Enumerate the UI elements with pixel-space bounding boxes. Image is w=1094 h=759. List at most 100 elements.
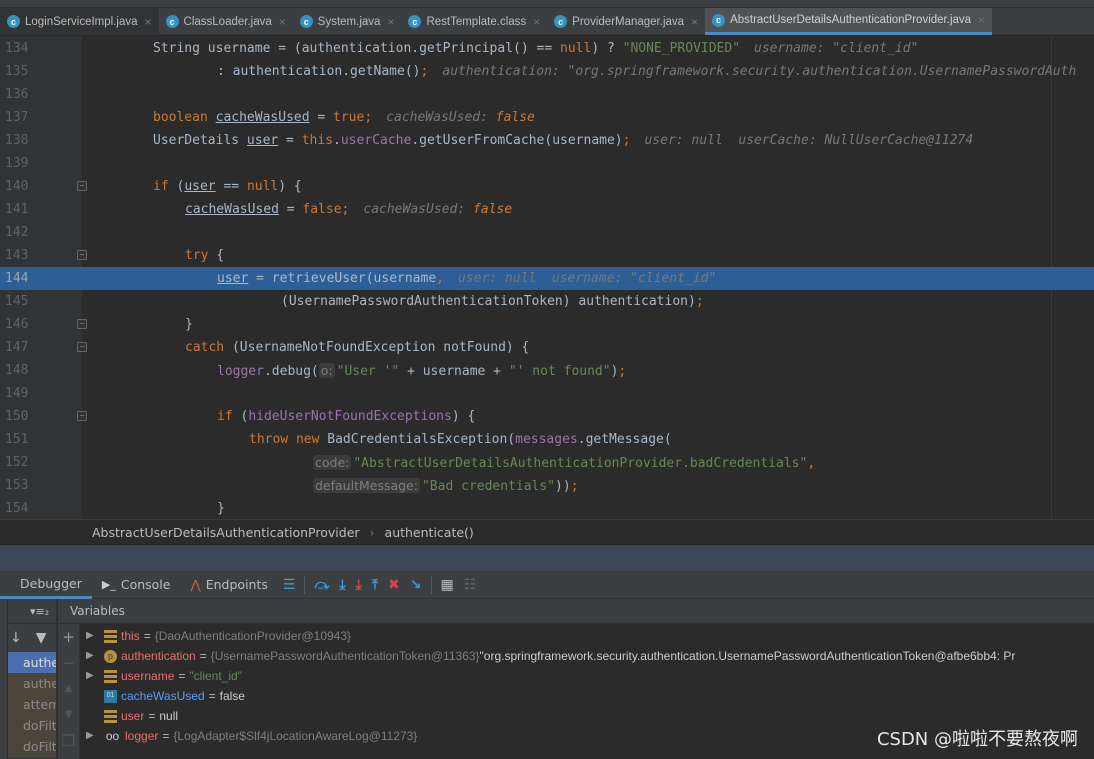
code-line[interactable]: 153 defaultMessage: "Bad credentials")); [0, 474, 1094, 497]
expand-arrow-icon[interactable]: ▶ [86, 666, 100, 686]
code-line[interactable]: 134 String username = (authentication.get… [0, 37, 1094, 60]
variable-value: {UsernamePasswordAuthenticationToken@113… [210, 649, 480, 663]
string-literal: "' not found" [508, 364, 611, 379]
variable-row[interactable]: ▶ username = "client_id" [86, 666, 242, 686]
code-token: BadCredentialsException( [327, 432, 516, 447]
code-line[interactable]: 145 (UsernamePasswordAuthenticationToken)… [0, 290, 1094, 313]
tab-providermanager-java[interactable]: c ProviderManager.java × [547, 8, 705, 35]
code-token: String username = (authentication.getPri… [153, 41, 560, 56]
code-line[interactable]: 142 [0, 221, 1094, 244]
code-line[interactable]: 140 − if (user == null) { [0, 175, 1094, 198]
tab-endpoints[interactable]: ⋀ Endpoints [180, 571, 277, 599]
run-to-cursor-icon[interactable]: ↘ [410, 577, 422, 593]
code-line[interactable]: 149 [0, 382, 1094, 405]
stack-frame[interactable]: authe [0, 652, 56, 673]
variable-row[interactable]: user = null [86, 706, 178, 726]
code-line[interactable]: 147 − catch (UsernameNotFoundException not… [0, 336, 1094, 359]
title-strip [0, 0, 1094, 8]
inline-debug-value: user: null username: "client_id" [457, 271, 717, 286]
code-line[interactable]: 138 UserDetails user = this.userCache.get… [0, 129, 1094, 152]
step-out-icon[interactable]: ⤒ [372, 577, 378, 593]
variable-row[interactable]: ▶ this = {DaoAuthenticationProvider@10943} [86, 626, 351, 646]
tab-resttemplate-class[interactable]: c RestTemplate.class × [401, 8, 547, 35]
code-line[interactable]: 146 −} [0, 313, 1094, 336]
force-step-into-icon[interactable]: ⤓ [356, 577, 362, 593]
close-icon[interactable]: × [279, 15, 286, 29]
fold-marker-icon[interactable]: − [77, 342, 87, 352]
remove-watch-icon[interactable]: − [58, 650, 79, 676]
close-icon[interactable]: × [978, 13, 985, 27]
evaluate-expression-icon[interactable]: ▦ [441, 577, 454, 593]
code-line[interactable]: 139 [0, 152, 1094, 175]
fold-marker-icon[interactable]: − [77, 411, 87, 421]
breadcrumb-class[interactable]: AbstractUserDetailsAuthenticationProvide… [92, 525, 360, 540]
tab-debugger[interactable]: Debugger [0, 570, 92, 599]
close-icon[interactable]: × [145, 15, 152, 29]
field-token: hideUserNotFoundExceptions [248, 409, 452, 424]
tab-console[interactable]: ▶_ Console [92, 571, 181, 599]
tab-system-java[interactable]: c System.java × [293, 8, 402, 35]
trace-icon[interactable]: ☷ [464, 577, 477, 593]
close-icon[interactable]: × [387, 15, 394, 29]
fold-marker-icon[interactable]: − [77, 319, 87, 329]
fold-marker-icon[interactable]: − [77, 181, 87, 191]
show-execution-point-icon[interactable]: ☰ [283, 577, 296, 593]
code-line[interactable]: 136 [0, 83, 1094, 106]
line-number: 140 [5, 179, 29, 194]
code-line[interactable]: 148 logger.debug(o: "User '" + username + … [0, 359, 1094, 382]
stack-frame[interactable]: doFilt [0, 715, 56, 736]
panel-divider[interactable] [0, 544, 1094, 571]
expand-arrow-icon[interactable]: ▶ [86, 626, 100, 646]
keyword-token: throw new [249, 432, 328, 447]
variable-row[interactable]: ▶ p authentication = {UsernamePasswordAuthen… [86, 646, 1015, 666]
line-number: 145 [5, 294, 29, 309]
close-icon[interactable]: × [691, 15, 698, 29]
code-token: = [309, 110, 334, 125]
code-line[interactable]: 143 − try { [0, 244, 1094, 267]
arrow-down-icon[interactable]: ↓ [10, 630, 22, 646]
variable-row[interactable]: 01 cacheWasUsed = false [86, 686, 245, 706]
close-icon[interactable]: × [533, 15, 540, 29]
drop-frame-icon[interactable]: ✖ [388, 577, 400, 593]
expand-arrow-icon[interactable]: ▶ [86, 646, 100, 666]
add-watch-icon[interactable]: + [58, 624, 79, 650]
code-line[interactable]: 141 cacheWasUsed = false; cacheWasUsed: fa… [0, 198, 1094, 221]
keyword-token: false; [302, 202, 350, 217]
code-editor[interactable]: 134 String username = (authentication.get… [0, 36, 1094, 519]
move-down-icon[interactable]: ▼ [58, 702, 79, 728]
code-text: throw new BadCredentialsException(messag… [249, 428, 672, 451]
expand-arrow-icon[interactable]: ▶ [86, 726, 100, 746]
code-line[interactable]: 151 throw new BadCredentialsException(mes… [0, 428, 1094, 451]
breadcrumb-method[interactable]: authenticate() [385, 525, 474, 540]
code-line[interactable]: 144 user = retrieveUser(username, user: nu… [0, 267, 1094, 290]
code-line[interactable]: 150 − if (hideUserNotFoundExceptions) { [0, 405, 1094, 428]
move-up-icon[interactable]: ▲ [58, 676, 79, 702]
stack-frame[interactable]: doFilt [0, 736, 56, 757]
variable-row[interactable]: ▶ oo logger = {LogAdapter$Slf4jLocationAware… [86, 726, 417, 746]
variables-header: Variables [58, 599, 1094, 624]
code-line[interactable]: 137 boolean cacheWasUsed = true; cacheWasU… [0, 106, 1094, 129]
primitive-icon: 01 [104, 689, 117, 703]
code-token: .getMessage( [577, 432, 672, 447]
tab-label: RestTemplate.class [426, 15, 527, 28]
code-line[interactable]: 154} [0, 497, 1094, 520]
step-over-icon[interactable]: ⤼ [314, 577, 329, 593]
code-line[interactable]: 135: authentication.getName(); authentica… [0, 60, 1094, 83]
variable-name: logger [125, 729, 159, 743]
stack-frame[interactable]: attem [0, 694, 56, 715]
keyword-token: ; [622, 133, 631, 148]
stack-frame[interactable]: authe [0, 673, 56, 694]
step-into-icon[interactable]: ⤓ [339, 577, 345, 593]
fold-marker-icon[interactable]: − [77, 250, 87, 260]
copy-icon[interactable]: ❐ [58, 728, 79, 754]
tab-classloader-java[interactable]: c ClassLoader.java × [159, 8, 293, 35]
filter-icon[interactable]: ▼ [36, 630, 47, 646]
code-text: String username = (authentication.getPri… [153, 37, 918, 60]
keyword-token: null [560, 41, 592, 56]
keyword-token: ; [420, 64, 429, 79]
threads-selector[interactable]: ▾≡₂ [0, 599, 56, 624]
code-line[interactable]: 152 code: "AbstractUserDetailsAuthenticati… [0, 451, 1094, 474]
tab-loginserviceimpl-java[interactable]: c LoginServiceImpl.java × [0, 8, 159, 35]
tab-label: ProviderManager.java [572, 15, 685, 28]
tab-abstractuserdetailsauthenticationprovider-java[interactable]: c AbstractUserDetailsAuthenticationProvid… [705, 8, 993, 35]
